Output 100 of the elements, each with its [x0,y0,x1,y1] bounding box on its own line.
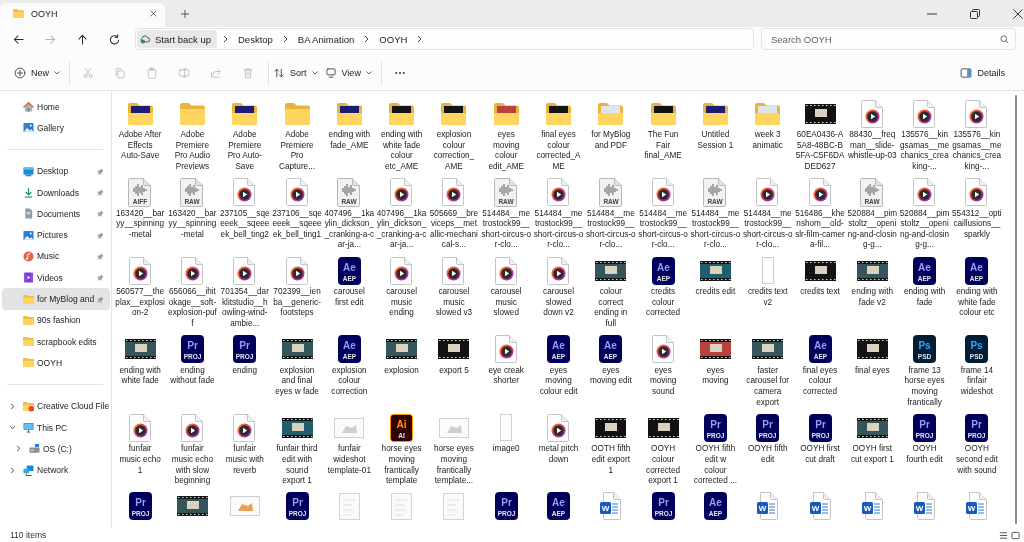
file-item[interactable]: carousel music ending [376,254,428,319]
file-item[interactable]: Adobe Premiere Pro Audio Previews [166,97,218,173]
file-item[interactable]: OOYH colour corrected export 1 [637,411,689,487]
file-item[interactable]: OOTH fifth edit export 1 [585,411,637,477]
sidebar-item[interactable]: OS (C:) [2,438,110,460]
close-tab-icon[interactable] [150,10,157,17]
up-arrow-icon[interactable] [77,33,88,45]
file-item[interactable]: explosion colour correction_AME [428,97,480,173]
file-item[interactable]: ending with white fade [114,332,166,387]
file-item[interactable]: funfair music echo with slow beginning [166,411,218,487]
file-item[interactable]: faster carousel for camera export [742,332,794,409]
restore-icon[interactable] [970,8,980,19]
file-item[interactable]: W [899,489,951,523]
file-item[interactable]: credits text [794,254,846,298]
file-item[interactable]: final eyes colour corrected_AME [533,97,584,173]
sidebar-item[interactable]: Gallery [2,117,110,139]
pin-icon[interactable] [97,189,104,197]
file-item[interactable]: 407496__1kaylin_dickson__cranking-a-car-ja... [376,175,428,251]
thumbnail-view-icon[interactable] [1011,530,1020,540]
file-item[interactable]: credits text v2 [742,254,794,309]
pin-icon[interactable] [97,231,104,239]
file-item[interactable]: funfair music with reverb [219,411,271,477]
file-item[interactable]: 560577__theplax__explosion-2 [114,254,166,319]
file-item[interactable]: W [794,489,846,523]
details-button[interactable]: Details [958,60,1010,85]
new-button[interactable]: New [12,60,65,85]
sidebar-item[interactable]: Videos [2,267,110,289]
close-icon[interactable] [1013,8,1023,19]
file-item[interactable]: 135576__kingsamas__mechanics_creaking-... [899,97,951,173]
chevron-icon[interactable] [417,35,423,43]
view-button[interactable]: View [322,60,377,85]
sort-button[interactable]: Sort [271,60,323,85]
file-item[interactable]: for MyBlog and PDF [585,97,637,152]
file-item[interactable]: 701354__darklitstudio__howling-wind-ambie... [219,254,271,330]
chevron-down-icon[interactable] [9,424,16,431]
file-item[interactable]: eyes moving colour edit_AME [480,97,532,173]
file-item[interactable]: 505669__breviceps__metallic-mechanical-s... [428,175,480,251]
pin-icon[interactable] [97,210,104,218]
search-icon[interactable] [1000,34,1009,44]
file-item[interactable]: 702399__ienba__generic-footsteps [271,254,323,319]
chevron-icon[interactable] [364,35,370,43]
sidebar-item[interactable]: Home [2,96,110,118]
sidebar-item[interactable]: Network [2,459,110,481]
pin-icon[interactable] [97,167,104,175]
file-item[interactable]: funfair wideshot template-01 [323,411,375,477]
address-bar[interactable]: Start back up Desktop BA Animation OOYH [135,28,754,50]
pin-icon[interactable] [97,252,104,260]
file-item[interactable]: eyes moving [689,332,741,387]
list-view-icon[interactable] [999,530,1008,540]
file-item[interactable]: W [585,489,637,523]
file-item[interactable]: 514484__metrostock99__short-circus-or-clo... [533,175,584,251]
file-item[interactable]: metal pitch down [533,411,584,466]
file-item[interactable]: 88430__freqman__slide-whistle-up-03 [846,97,898,162]
file-item[interactable]: funfair music echo 1 [114,411,166,477]
breadcrumb-item[interactable]: BA Animation [293,30,359,48]
chevron-right-icon[interactable] [9,402,16,410]
chevron-right-icon[interactable] [15,445,22,453]
file-item[interactable]: export 5 [428,332,480,377]
breadcrumb-item[interactable]: Desktop [234,30,277,48]
file-item[interactable]: W [846,489,898,523]
file-item[interactable]: colour correct ending in full [585,254,637,330]
new-tab-icon[interactable] [181,9,189,18]
file-item[interactable]: OOYH first cut export 1 [846,411,898,466]
sidebar-item[interactable]: scrapbook edits [2,330,110,353]
file-item[interactable]: Untitled Session 1 [689,97,741,152]
sidebar-item[interactable]: Pictures [2,224,110,246]
sidebar-item[interactable]: for MyBlog and [2,288,110,310]
file-item[interactable]: 135576__kingsamas__mechanics_creaking-... [951,97,1003,173]
file-item[interactable]: Adobe Premiere Pro Auto-Save [219,97,271,173]
file-item[interactable]: final eyes [846,332,898,377]
file-item[interactable]: carousel slowed down v2 [533,254,584,319]
scrollbar-thumb[interactable] [1015,95,1017,524]
tab[interactable]: OOYH [0,3,165,27]
file-item[interactable]: ending with fade_AME [323,97,375,152]
file-item[interactable]: 514484__metrostock99__short-circus-or-clo... [637,175,689,251]
sidebar-item[interactable]: Music [2,245,110,268]
file-item[interactable]: W [951,489,1003,523]
file-item[interactable]: eyes moving sound [637,332,689,398]
file-item[interactable]: funfair third edit with sound export 1 [271,411,323,487]
file-item[interactable]: W [742,489,794,523]
file-item[interactable]: ending with white fade colour etc_AME [376,97,428,173]
search-field[interactable]: Search OOYH [761,28,1016,50]
back-arrow-icon[interactable] [13,33,24,45]
file-item[interactable]: ending with fade v2 [846,254,898,309]
file-item[interactable]: explosion [376,332,428,377]
file-item[interactable]: The Fun Fair final_AME [637,97,689,162]
file-item[interactable]: horse eyes moving frantically template... [428,411,480,487]
sidebar-item[interactable]: OOYH [2,352,110,374]
pin-icon[interactable] [97,295,104,303]
file-item[interactable]: 656066__ihitokage__soft-explosion-puff [166,254,218,330]
chevron-icon[interactable] [282,35,288,43]
sidebar-item[interactable]: Downloads [2,181,110,204]
file-item[interactable]: 237105__sqeeeek__sqeeeek_bell_ting2 [219,175,271,241]
sidebar-item[interactable]: Creative Cloud File [2,395,110,417]
sidebar-item[interactable]: 90s fashion [2,309,110,331]
pin-icon[interactable] [97,274,104,282]
breadcrumb-item[interactable]: OOYH [375,30,412,48]
chevron-icon[interactable] [223,35,228,43]
file-item[interactable]: 520884__pimstoltz__opening-and-closing-g... [899,175,951,251]
file-item[interactable]: 237106__sqeeeek__sqeeeek_bell_ting1 [271,175,323,241]
